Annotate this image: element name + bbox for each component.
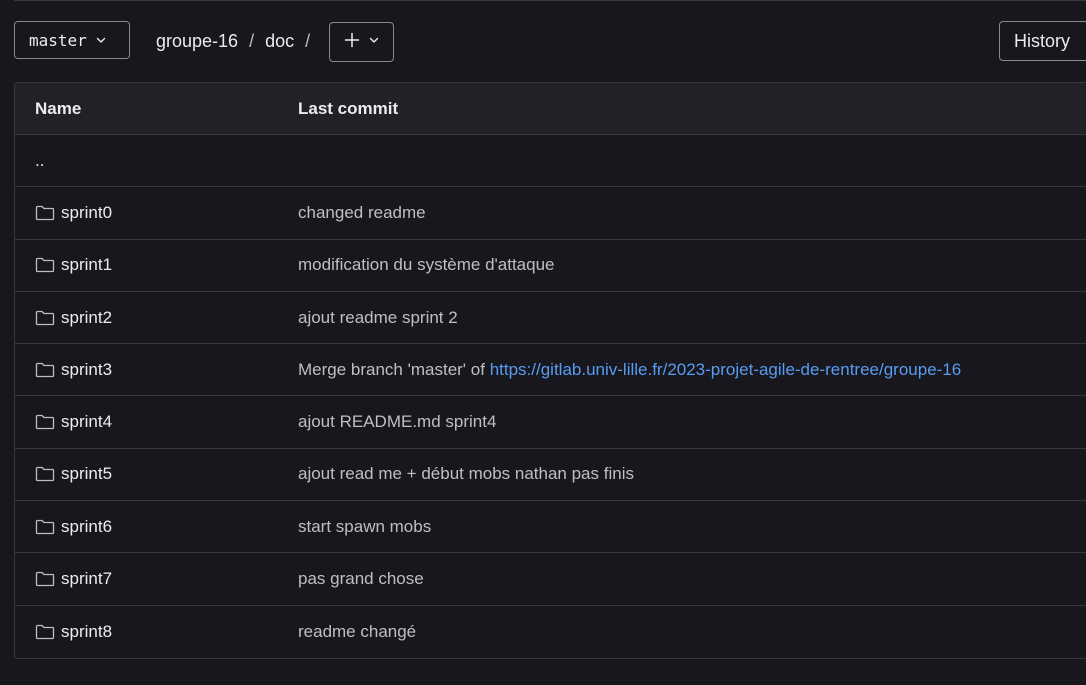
last-commit-message[interactable]: readme changé xyxy=(298,622,416,642)
folder-name: sprint5 xyxy=(61,464,113,484)
last-commit-message[interactable]: changed readme xyxy=(298,203,426,223)
folder-name: sprint4 xyxy=(61,412,113,432)
breadcrumb-item-project[interactable]: groupe-16 xyxy=(156,31,238,52)
repo-toolbar: master groupe-16 / doc / History xyxy=(0,0,1086,82)
folder-name: sprint6 xyxy=(61,516,113,536)
folder-link[interactable]: sprint5 xyxy=(35,464,112,484)
folder-icon xyxy=(35,624,55,640)
branch-name: master xyxy=(29,30,87,50)
table-row[interactable]: sprint3 Merge branch 'master' of https://… xyxy=(15,344,1086,397)
table-row[interactable]: sprint8 readme changé xyxy=(15,606,1086,658)
folder-name: sprint0 xyxy=(61,202,113,222)
folder-name: sprint2 xyxy=(61,307,113,327)
commit-message-text: changed readme xyxy=(298,202,426,222)
folder-link[interactable]: sprint2 xyxy=(35,308,112,328)
branch-selector-button[interactable]: master xyxy=(14,21,130,59)
last-commit-message[interactable]: Merge branch 'master' of https://gitlab.… xyxy=(298,360,961,380)
folder-name: sprint1 xyxy=(61,255,113,275)
last-commit-message[interactable]: ajout readme sprint 2 xyxy=(298,308,458,328)
folder-icon xyxy=(35,205,55,221)
commit-message-text: readme changé xyxy=(298,621,417,641)
folder-icon xyxy=(35,310,55,326)
chevron-down-icon xyxy=(95,34,107,46)
table-header: Name Last commit xyxy=(15,83,1086,135)
table-row[interactable]: sprint0 changed readme xyxy=(15,187,1086,240)
folder-link[interactable]: sprint8 xyxy=(35,622,112,642)
table-row[interactable]: sprint2 ajout readme sprint 2 xyxy=(15,292,1086,345)
table-row[interactable]: sprint7 pas grand chose xyxy=(15,553,1086,606)
breadcrumb-item-folder[interactable]: doc xyxy=(265,31,294,52)
breadcrumb-separator: / xyxy=(305,30,311,51)
plus-icon xyxy=(344,32,360,53)
folder-icon xyxy=(35,466,55,482)
add-to-tree-button[interactable] xyxy=(329,22,394,62)
folder-name: sprint8 xyxy=(61,621,113,641)
chevron-down-icon xyxy=(368,33,380,51)
last-commit-message[interactable]: ajout README.md sprint4 xyxy=(298,412,496,432)
folder-icon xyxy=(35,519,55,535)
table-row-parent[interactable]: .. xyxy=(15,135,1086,188)
parent-directory-link[interactable]: .. xyxy=(35,151,44,171)
last-commit-message[interactable]: start spawn mobs xyxy=(298,517,431,537)
history-button[interactable]: History xyxy=(999,21,1086,61)
table-row[interactable]: sprint1 modification du système d'attaque xyxy=(15,240,1086,292)
commit-message-text: modification du système d'attaque xyxy=(298,255,555,275)
folder-icon xyxy=(35,362,55,378)
breadcrumb-separator: / xyxy=(249,30,255,51)
table-row[interactable]: sprint6 start spawn mobs xyxy=(15,501,1086,554)
last-commit-message[interactable]: pas grand chose xyxy=(298,569,424,589)
commit-message-text: Merge branch 'master' of xyxy=(298,359,490,379)
commit-message-link[interactable]: https://gitlab.univ-lille.fr/2023-projet… xyxy=(490,360,962,379)
last-commit-message[interactable]: modification du système d'attaque xyxy=(298,255,555,275)
last-commit-message[interactable]: ajout read me + début mobs nathan pas fi… xyxy=(298,464,634,484)
folder-link[interactable]: sprint3 xyxy=(35,360,112,380)
table-row[interactable]: sprint5 ajout read me + début mobs nathan… xyxy=(15,449,1086,502)
folder-link[interactable]: sprint0 xyxy=(35,203,112,223)
folder-icon xyxy=(35,571,55,587)
commit-message-text: ajout read me + début mobs nathan pas fi… xyxy=(298,464,634,484)
breadcrumb: groupe-16 / doc / xyxy=(156,21,321,61)
column-header-name: Name xyxy=(35,98,82,118)
file-tree-table: Name Last commit .. sprint0 changed readm… xyxy=(14,82,1086,659)
folder-name: sprint3 xyxy=(61,359,113,379)
folder-link[interactable]: sprint6 xyxy=(35,517,112,537)
folder-link[interactable]: sprint4 xyxy=(35,412,112,432)
commit-message-text: ajout README.md sprint4 xyxy=(298,412,497,432)
column-header-last-commit: Last commit xyxy=(298,98,399,118)
commit-message-text: pas grand chose xyxy=(298,569,424,589)
folder-link[interactable]: sprint7 xyxy=(35,569,112,589)
folder-link[interactable]: sprint1 xyxy=(35,255,112,275)
folder-icon xyxy=(35,257,55,273)
table-row[interactable]: sprint4 ajout README.md sprint4 xyxy=(15,396,1086,449)
commit-message-text: start spawn mobs xyxy=(298,516,432,536)
folder-name: sprint7 xyxy=(61,569,113,589)
commit-message-text: ajout readme sprint 2 xyxy=(298,307,458,327)
folder-icon xyxy=(35,414,55,430)
